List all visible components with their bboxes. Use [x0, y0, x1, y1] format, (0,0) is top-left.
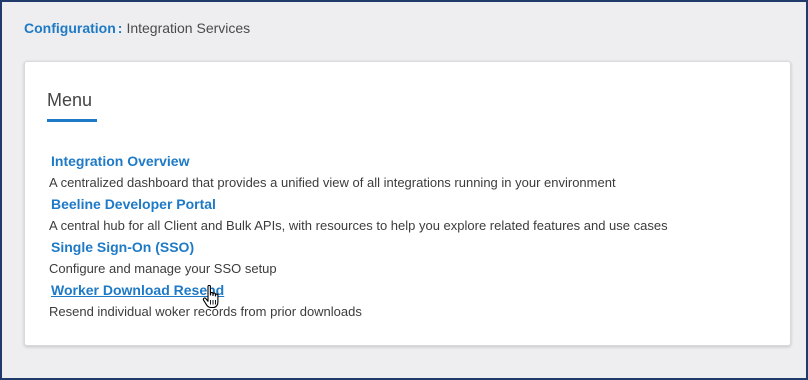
breadcrumb-configuration-link[interactable]: Configuration — [24, 20, 116, 36]
developer-portal-link[interactable]: Beeline Developer Portal — [51, 194, 216, 214]
menu-item-sso: Single Sign-On (SSO) Configure and manag… — [49, 237, 668, 280]
worker-download-resend-description: Resend individual woker records from pri… — [49, 304, 362, 319]
menu-list: Integration Overview A centralized dashb… — [49, 151, 668, 323]
menu-item-integration-overview: Integration Overview A centralized dashb… — [49, 151, 668, 194]
menu-title-underline — [47, 119, 97, 122]
menu-item-worker-download-resend: Worker Download Resend Resend individual… — [49, 280, 668, 323]
developer-portal-description: A central hub for all Client and Bulk AP… — [49, 218, 668, 233]
sso-description: Configure and manage your SSO setup — [49, 261, 277, 276]
worker-download-resend-link[interactable]: Worker Download Resend — [51, 280, 224, 300]
menu-item-developer-portal: Beeline Developer Portal A central hub f… — [49, 194, 668, 237]
app-window: Configuration: Integration Services Menu … — [0, 0, 808, 380]
breadcrumb-current: Integration Services — [126, 20, 251, 36]
integration-overview-description: A centralized dashboard that provides a … — [49, 175, 616, 190]
breadcrumb: Configuration: Integration Services — [24, 19, 250, 37]
menu-title: Menu — [47, 90, 93, 110]
sso-link[interactable]: Single Sign-On (SSO) — [51, 237, 194, 257]
integration-overview-link[interactable]: Integration Overview — [51, 151, 189, 171]
breadcrumb-separator: : — [117, 20, 123, 36]
menu-card: Menu Integration Overview A centralized … — [24, 61, 791, 346]
